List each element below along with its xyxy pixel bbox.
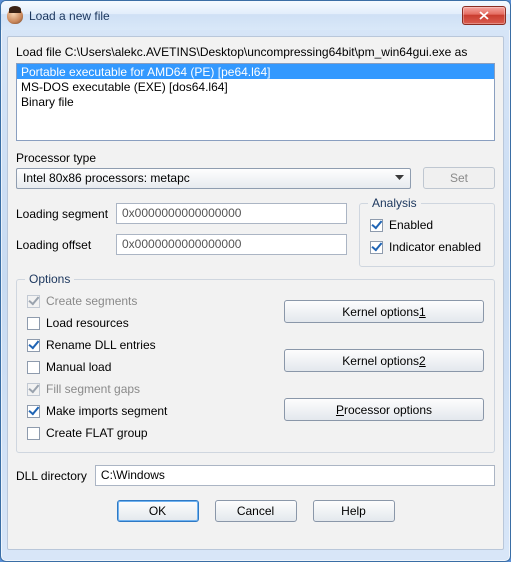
close-button[interactable] bbox=[462, 6, 506, 25]
titlebar[interactable]: Load a new file bbox=[1, 1, 510, 30]
dll-directory-input[interactable]: C:\Windows bbox=[95, 465, 495, 486]
list-item[interactable]: Portable executable for AMD64 (PE) [pe64… bbox=[17, 64, 494, 79]
analysis-title: Analysis bbox=[368, 196, 421, 210]
cancel-button[interactable]: Cancel bbox=[215, 500, 297, 522]
options-group: Options Create segments Load resources R… bbox=[16, 279, 495, 453]
processor-type-value: Intel 80x86 processors: metapc bbox=[23, 171, 392, 185]
indicator-label: Indicator enabled bbox=[389, 240, 481, 254]
kernel-options-1-button[interactable]: Kernel options 1 bbox=[284, 300, 484, 323]
app-icon bbox=[7, 8, 23, 24]
create-segments-checkbox bbox=[27, 295, 40, 308]
options-title: Options bbox=[25, 272, 74, 286]
analysis-group: Analysis Enabled Indicator enabled bbox=[359, 203, 495, 267]
help-button[interactable]: Help bbox=[313, 500, 395, 522]
file-type-list[interactable]: Portable executable for AMD64 (PE) [pe64… bbox=[16, 63, 495, 141]
indicator-checkbox[interactable] bbox=[370, 241, 383, 254]
rename-dll-checkbox[interactable] bbox=[27, 339, 40, 352]
load-resources-checkbox[interactable] bbox=[27, 317, 40, 330]
loading-segment-label: Loading segment bbox=[16, 207, 116, 221]
enabled-label: Enabled bbox=[389, 218, 433, 232]
set-button[interactable]: Set bbox=[423, 167, 495, 189]
fill-gaps-checkbox bbox=[27, 383, 40, 396]
window-title: Load a new file bbox=[29, 9, 462, 23]
list-item[interactable]: Binary file bbox=[17, 94, 494, 109]
create-flat-label: Create FLAT group bbox=[46, 426, 148, 440]
loading-offset-input[interactable]: 0x0000000000000000 bbox=[116, 234, 347, 255]
dialog-window: Load a new file Load file C:\Users\alekc… bbox=[0, 0, 511, 562]
make-imports-label: Make imports segment bbox=[46, 404, 167, 418]
chevron-down-icon bbox=[392, 170, 407, 187]
enabled-checkbox[interactable] bbox=[370, 219, 383, 232]
kernel-options-2-button[interactable]: Kernel options 2 bbox=[284, 349, 484, 372]
rename-dll-label: Rename DLL entries bbox=[46, 338, 156, 352]
list-item[interactable]: MS-DOS executable (EXE) [dos64.l64] bbox=[17, 79, 494, 94]
load-resources-label: Load resources bbox=[46, 316, 129, 330]
manual-load-label: Manual load bbox=[46, 360, 111, 374]
ok-button[interactable]: OK bbox=[117, 500, 199, 522]
create-segments-label: Create segments bbox=[46, 294, 137, 308]
make-imports-checkbox[interactable] bbox=[27, 405, 40, 418]
processor-options-button[interactable]: Processor options bbox=[284, 398, 484, 421]
close-icon bbox=[479, 11, 489, 20]
processor-type-label: Processor type bbox=[16, 151, 495, 165]
client-area: Load file C:\Users\alekc.AVETINS\Desktop… bbox=[7, 36, 504, 550]
processor-type-dropdown[interactable]: Intel 80x86 processors: metapc bbox=[16, 168, 411, 189]
loading-segment-input[interactable]: 0x0000000000000000 bbox=[116, 203, 347, 224]
loading-offset-label: Loading offset bbox=[16, 238, 116, 252]
manual-load-checkbox[interactable] bbox=[27, 361, 40, 374]
create-flat-checkbox[interactable] bbox=[27, 427, 40, 440]
dll-directory-label: DLL directory bbox=[16, 469, 87, 483]
load-file-label: Load file C:\Users\alekc.AVETINS\Desktop… bbox=[16, 45, 495, 59]
fill-gaps-label: Fill segment gaps bbox=[46, 382, 140, 396]
